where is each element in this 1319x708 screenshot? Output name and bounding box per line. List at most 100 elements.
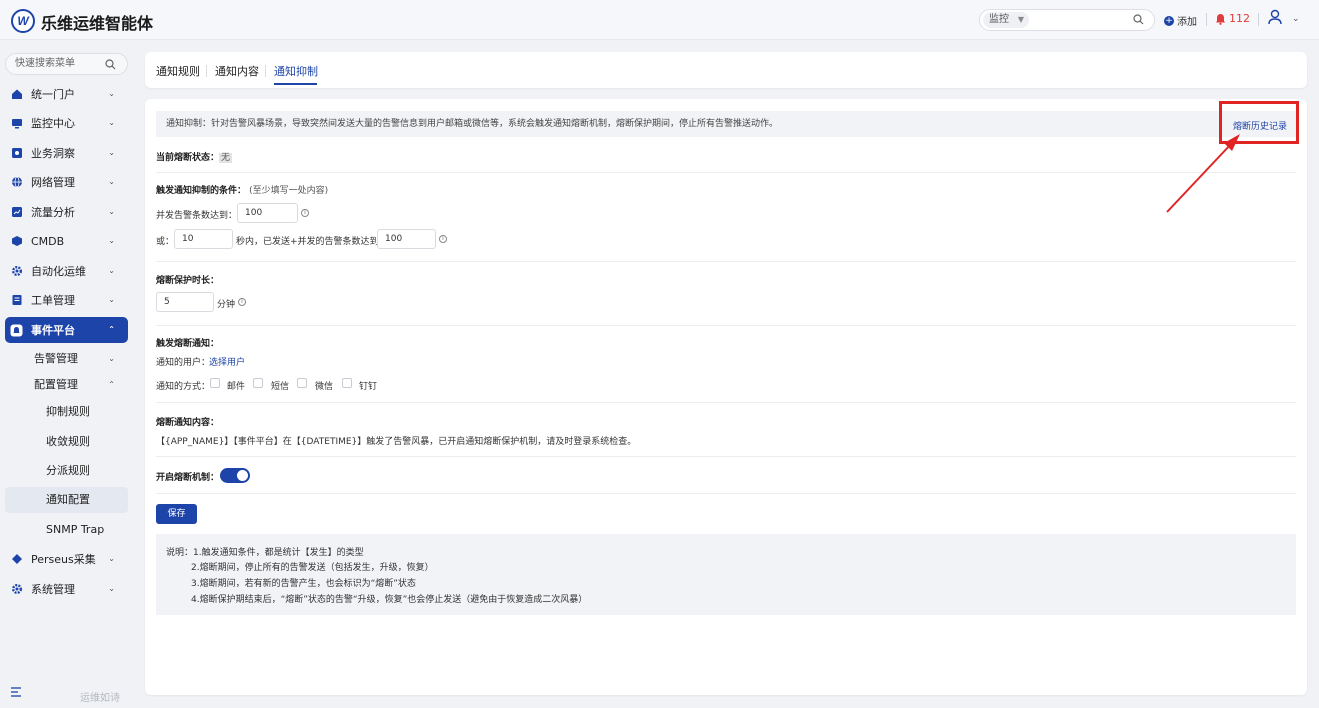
concurrent-count-input[interactable]: 100 [237,203,298,223]
chevron-down-icon: ⌄ [108,554,115,563]
sidebar-item-portal[interactable]: 统一门户 ⌄ [5,81,128,107]
info-icon[interactable]: i [439,235,447,243]
menu-search-input[interactable]: 快速搜索菜单 [5,53,128,75]
sidebar-subitem-alert-mgmt[interactable]: 告警管理 ⌄ [34,346,128,372]
chevron-up-icon: ⌃ [108,380,115,389]
chevron-down-icon: ⌄ [1292,13,1300,24]
sidebar-item-automation[interactable]: 自动化运维 ⌄ [5,258,128,284]
sidebar-item-label: 业务洞察 [31,147,75,160]
protect-duration-title: 熔断保护时长： [156,276,220,286]
tab-notify-content[interactable]: 通知内容 [215,63,259,79]
search-scope-select[interactable]: 监控 ▼ [983,12,1029,28]
chevron-down-icon: ⌄ [108,584,115,593]
sidebar-item-perseus[interactable]: Perseus采集 ⌄ [5,546,128,572]
sidebar-item-label: 网络管理 [31,176,75,189]
top-header: W 乐维运维智能体 监控 ▼ + 添加 112 ⌄ [0,0,1319,40]
sidebar-leaf-convergence-rules[interactable]: 收敛规则 [5,429,128,455]
info-icon[interactable]: i [238,298,246,306]
sidebar-item-event-platform[interactable]: 事件平台 ⌃ [5,317,128,343]
select-users-link[interactable]: 选择用户 [209,355,245,368]
sidebar-leaf-snmp-trap[interactable]: SNMP Trap [5,517,128,543]
info-banner: 通知抑制：针对告警风暴场景，导致突然间发送大量的告警信息到用户邮箱或微信等，系统… [156,111,1296,137]
dingtalk-checkbox[interactable] [342,378,352,388]
enable-breaker-toggle[interactable] [220,468,250,483]
dingtalk-option-label: 钉钉 [359,382,378,392]
note-line: 3.熔断期间，若有新的告警产生，也会标识为“熔断”状态 [191,579,416,589]
sidebar-item-label: 监控中心 [31,117,75,130]
condition-title: 触发通知抑制的条件： (至少填写一处内容) [156,183,328,196]
chevron-down-icon: ⌄ [108,148,115,157]
alert-notifications[interactable]: 112 [1215,12,1250,25]
chevron-down-icon: ⌄ [108,207,115,216]
sidebar-subitem-config-mgmt[interactable]: 配置管理 ⌃ [34,372,128,398]
notify-methods-label: 通知的方式： [156,382,211,392]
tabs-bar: 通知规则 通知内容 通知抑制 [145,52,1307,88]
seconds-input[interactable]: 10 [174,229,233,249]
insight-icon [10,147,23,160]
sidebar-leaf-suppression-rules[interactable]: 抑制规则 [5,399,128,425]
email-checkbox[interactable] [210,378,220,388]
breaker-state-label: 当前熔断状态： [156,153,220,163]
wechat-checkbox[interactable] [297,378,307,388]
divider [156,172,1296,173]
search-icon[interactable] [1133,14,1144,28]
sent-count-input[interactable]: 100 [377,229,436,249]
divider [156,402,1296,403]
notify-content-title: 熔断通知内容： [156,418,220,428]
info-icon[interactable]: i [301,209,309,217]
header-divider [1258,13,1259,26]
chevron-down-icon: ⌄ [108,236,115,245]
tab-divider [206,65,207,77]
tab-divider [265,65,266,77]
header-divider [1206,13,1207,26]
divider [156,493,1296,494]
home-icon [10,88,23,101]
settings-icon [10,583,23,596]
sidebar-leaf-notify-config[interactable]: 通知配置 [5,487,128,513]
sidebar-subitem-label: 告警管理 [34,352,78,365]
divider [156,261,1296,262]
notes-panel: 说明：1.触发通知条件，都是统计【发生】的类型 2.熔断期间，停止所有的告警发送… [156,534,1296,615]
bell-icon [10,324,23,337]
collapse-menu-icon[interactable] [10,687,22,697]
logo-icon[interactable]: W [11,9,35,33]
sidebar-item-monitor[interactable]: 监控中心 ⌄ [5,110,128,136]
sidebar-item-label: Perseus采集 [31,553,96,566]
breaker-state-value: 无 [219,153,233,163]
save-button[interactable]: 保存 [156,504,197,524]
user-menu[interactable]: ⌄ [1268,9,1300,25]
notify-content-text: 【{APP_NAME}】【事件平台】在【{DATETIME}】触发了告警风暴，已… [156,437,637,447]
ticket-icon [10,294,23,307]
tab-notify-suppression[interactable]: 通知抑制 [274,63,318,79]
global-search[interactable]: 监控 ▼ [979,9,1155,31]
sidebar-item-network[interactable]: 网络管理 ⌄ [5,169,128,195]
chevron-down-icon: ⌄ [108,89,115,98]
sidebar-item-label: 统一门户 [31,88,75,101]
sms-option-label: 短信 [271,382,290,392]
gear-icon [10,265,23,278]
sidebar-item-system[interactable]: 系统管理 ⌄ [5,576,128,602]
protect-duration-input[interactable]: 5 [156,292,214,312]
sidebar-item-traffic[interactable]: 流量分析 ⌄ [5,199,128,225]
search-scope-value: 监控 [989,14,1009,25]
footer-slogan: 运维如诗 [80,693,120,704]
sidebar-subitem-label: 配置管理 [34,378,78,391]
sidebar-leaf-dispatch-rules[interactable]: 分派规则 [5,458,128,484]
sidebar-item-cmdb[interactable]: CMDB ⌄ [5,228,128,254]
monitor-icon [10,117,23,130]
or-label: 或： [156,237,175,247]
tab-notify-rules[interactable]: 通知规则 [156,63,200,79]
sidebar-item-insight[interactable]: 业务洞察 ⌄ [5,140,128,166]
notify-users-label: 通知的用户： [156,358,211,368]
sidebar-item-tickets[interactable]: 工单管理 ⌄ [5,287,128,313]
menu-search-placeholder: 快速搜索菜单 [15,58,75,69]
add-label: 添加 [1177,17,1197,28]
protect-duration-unit: 分钟 [217,300,236,310]
add-button[interactable]: + 添加 [1164,13,1197,28]
bell-icon [1216,13,1225,25]
sms-checkbox[interactable] [253,378,263,388]
sidebar-item-label: CMDB [31,234,65,248]
divider [156,456,1296,457]
wechat-option-label: 微信 [315,382,334,392]
search-icon[interactable] [105,58,116,78]
